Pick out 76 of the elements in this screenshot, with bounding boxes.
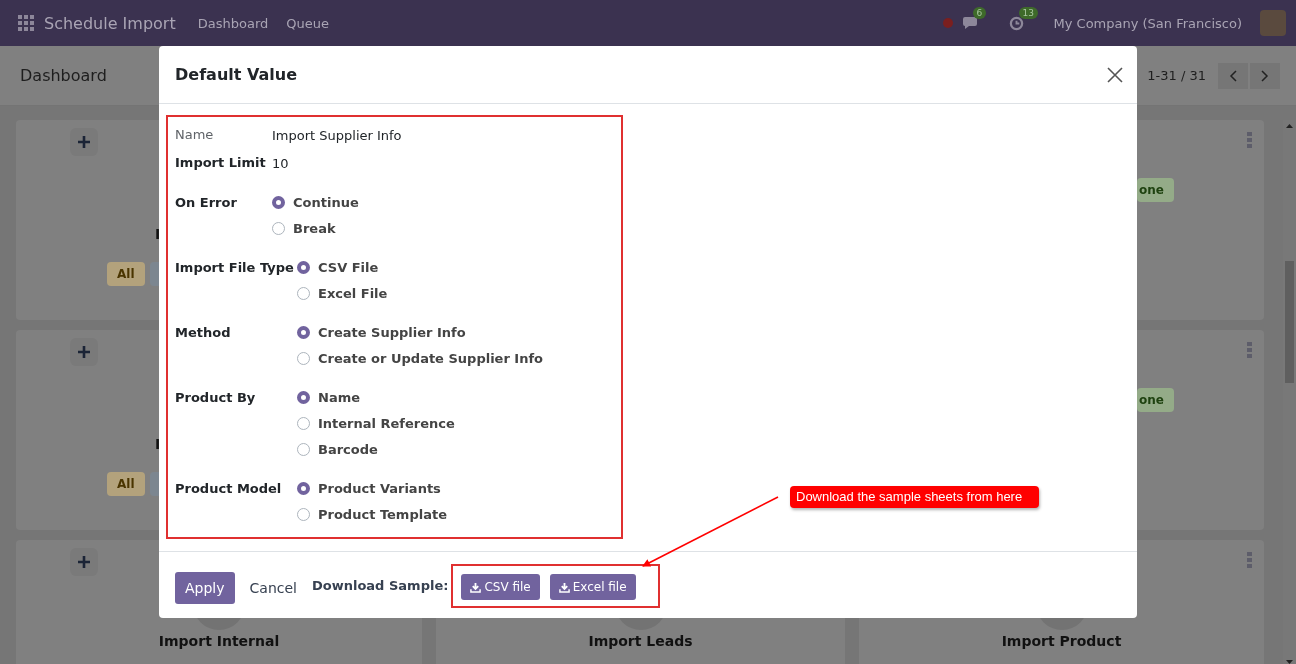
app-grid-icon[interactable] (18, 15, 34, 31)
radio-button[interactable] (297, 260, 310, 274)
annotation-callout: Download the sample sheets from here (790, 486, 1040, 508)
activity-count: 13 (1018, 6, 1038, 19)
plus-icon (78, 556, 90, 568)
status-tag[interactable]: All (107, 262, 145, 286)
radio-option[interactable]: Break (272, 215, 621, 241)
download-label: Download Sample: (311, 577, 449, 593)
radio-option[interactable]: Create Supplier Info (297, 319, 621, 345)
radio-button[interactable] (297, 325, 310, 339)
radio-option[interactable]: Excel File (297, 280, 621, 306)
download-button[interactable]: Excel file (549, 574, 636, 600)
radio-option[interactable]: Name (297, 384, 621, 410)
status-tag[interactable]: one (1137, 388, 1174, 412)
status-tag[interactable]: one (1137, 178, 1174, 202)
chevron-right-icon (1261, 69, 1269, 82)
radio-button[interactable] (272, 195, 285, 209)
close-icon (1107, 66, 1123, 83)
radio-option[interactable]: Barcode (297, 436, 621, 462)
download-icon (470, 581, 482, 593)
chat-icon[interactable] (962, 16, 979, 30)
menu-link[interactable]: Queue (286, 15, 329, 31)
kebab-menu-icon[interactable] (1247, 342, 1252, 358)
plus-icon (78, 346, 90, 358)
cancel-button[interactable]: Cancel (249, 572, 297, 604)
field-label: Name (175, 126, 215, 144)
breadcrumb-title: Dashboard (20, 66, 107, 85)
dialog-title: Default Value (175, 65, 297, 84)
radio-button[interactable] (297, 286, 310, 300)
message-count: 6 (972, 7, 987, 19)
add-button[interactable] (70, 338, 98, 366)
radio-option[interactable]: Internal Reference (297, 410, 621, 436)
field-value: Import Supplier Info (272, 127, 403, 145)
field-label: Method (175, 324, 232, 340)
close-button[interactable] (1107, 66, 1123, 83)
card-title: Import Product (1001, 633, 1122, 649)
previous-button[interactable] (1218, 62, 1248, 89)
plus-icon (78, 136, 90, 148)
add-button[interactable] (70, 128, 98, 156)
radio-button[interactable] (272, 221, 285, 235)
radio-option[interactable]: Create or Update Supplier Info (297, 345, 621, 371)
card-title: I (155, 436, 161, 452)
download-button[interactable]: CSV file (461, 574, 540, 600)
radio-button[interactable] (297, 390, 310, 404)
field-label: Product Model (175, 480, 283, 496)
radio-button[interactable] (297, 507, 310, 521)
app-title[interactable]: Schedule Import (44, 13, 176, 33)
status-dot-icon (942, 18, 953, 28)
download-icon (558, 581, 570, 593)
next-button[interactable] (1250, 62, 1280, 89)
kebab-menu-icon[interactable] (1247, 132, 1252, 148)
field-label: Import File Type (175, 259, 295, 275)
field-label: On Error (175, 194, 238, 210)
card-title: I (155, 226, 161, 242)
radio-button[interactable] (297, 416, 310, 430)
radio-option[interactable]: Product Template (297, 501, 621, 527)
pager-value[interactable]: 1-31 / 31 (1147, 68, 1206, 83)
radio-button[interactable] (297, 351, 310, 365)
radio-option[interactable]: CSV File (297, 254, 621, 280)
field-label: Import Limit (175, 154, 267, 172)
radio-button[interactable] (297, 442, 310, 456)
menu-link[interactable]: Dashboard (197, 15, 269, 31)
radio-option[interactable]: Continue (272, 189, 621, 215)
field-label: Product By (175, 389, 257, 405)
company-name[interactable]: My Company (San Francisco) (1053, 15, 1242, 31)
field-value: 10 (272, 155, 290, 173)
radio-button[interactable] (297, 481, 310, 495)
status-tag[interactable]: All (107, 472, 145, 496)
card-title: Import Internal (158, 633, 280, 649)
apply-button[interactable]: Apply (175, 572, 235, 604)
card-title: Import Leads (588, 633, 693, 649)
add-button[interactable] (70, 548, 98, 576)
radio-option[interactable]: Product Variants (297, 475, 621, 501)
clock-icon[interactable] (1008, 15, 1024, 31)
kebab-menu-icon[interactable] (1247, 552, 1252, 568)
chevron-left-icon (1229, 69, 1237, 82)
